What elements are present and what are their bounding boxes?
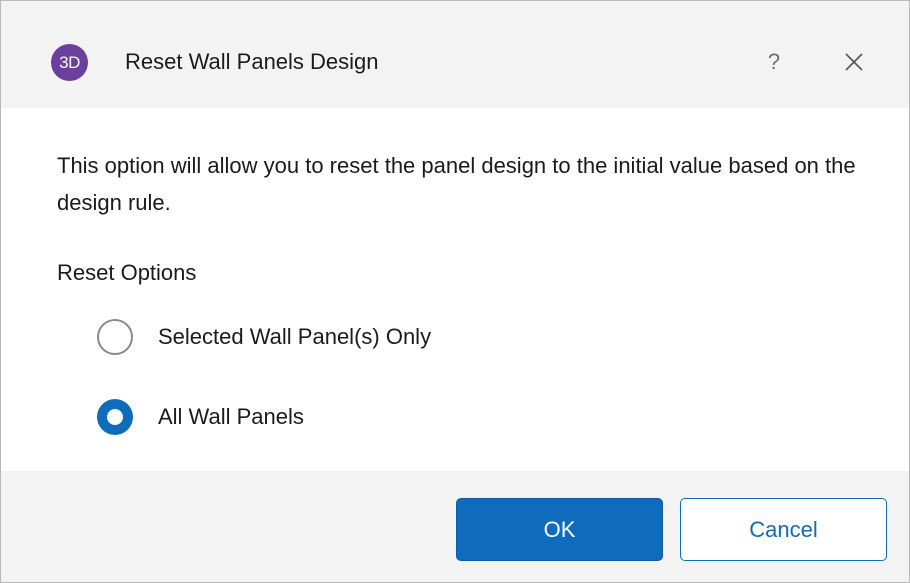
radio-all-panels[interactable] <box>97 399 133 435</box>
help-button[interactable]: ? <box>759 45 789 79</box>
option-all-panels[interactable]: All Wall Panels <box>97 397 304 437</box>
radio-selected-panels[interactable] <box>97 319 133 355</box>
dialog-title: Reset Wall Panels Design <box>125 49 379 74</box>
reset-wall-panels-dialog: 3D Reset Wall Panels Design ? This optio… <box>0 0 910 583</box>
close-button[interactable] <box>837 45 871 79</box>
reset-options-label: Reset Options <box>57 260 197 285</box>
cancel-button[interactable]: Cancel <box>680 498 887 561</box>
option-selected-panels[interactable]: Selected Wall Panel(s) Only <box>97 317 431 357</box>
option-label-selected-panels: Selected Wall Panel(s) Only <box>158 324 432 349</box>
app-3d-icon: 3D <box>51 44 88 81</box>
ok-button[interactable]: OK <box>456 498 663 561</box>
close-icon <box>845 53 863 71</box>
option-label-all-panels: All Wall Panels <box>158 404 304 429</box>
title-bar: 3D Reset Wall Panels Design ? <box>1 1 909 108</box>
description-text: This option will allow you to reset the … <box>57 153 856 215</box>
